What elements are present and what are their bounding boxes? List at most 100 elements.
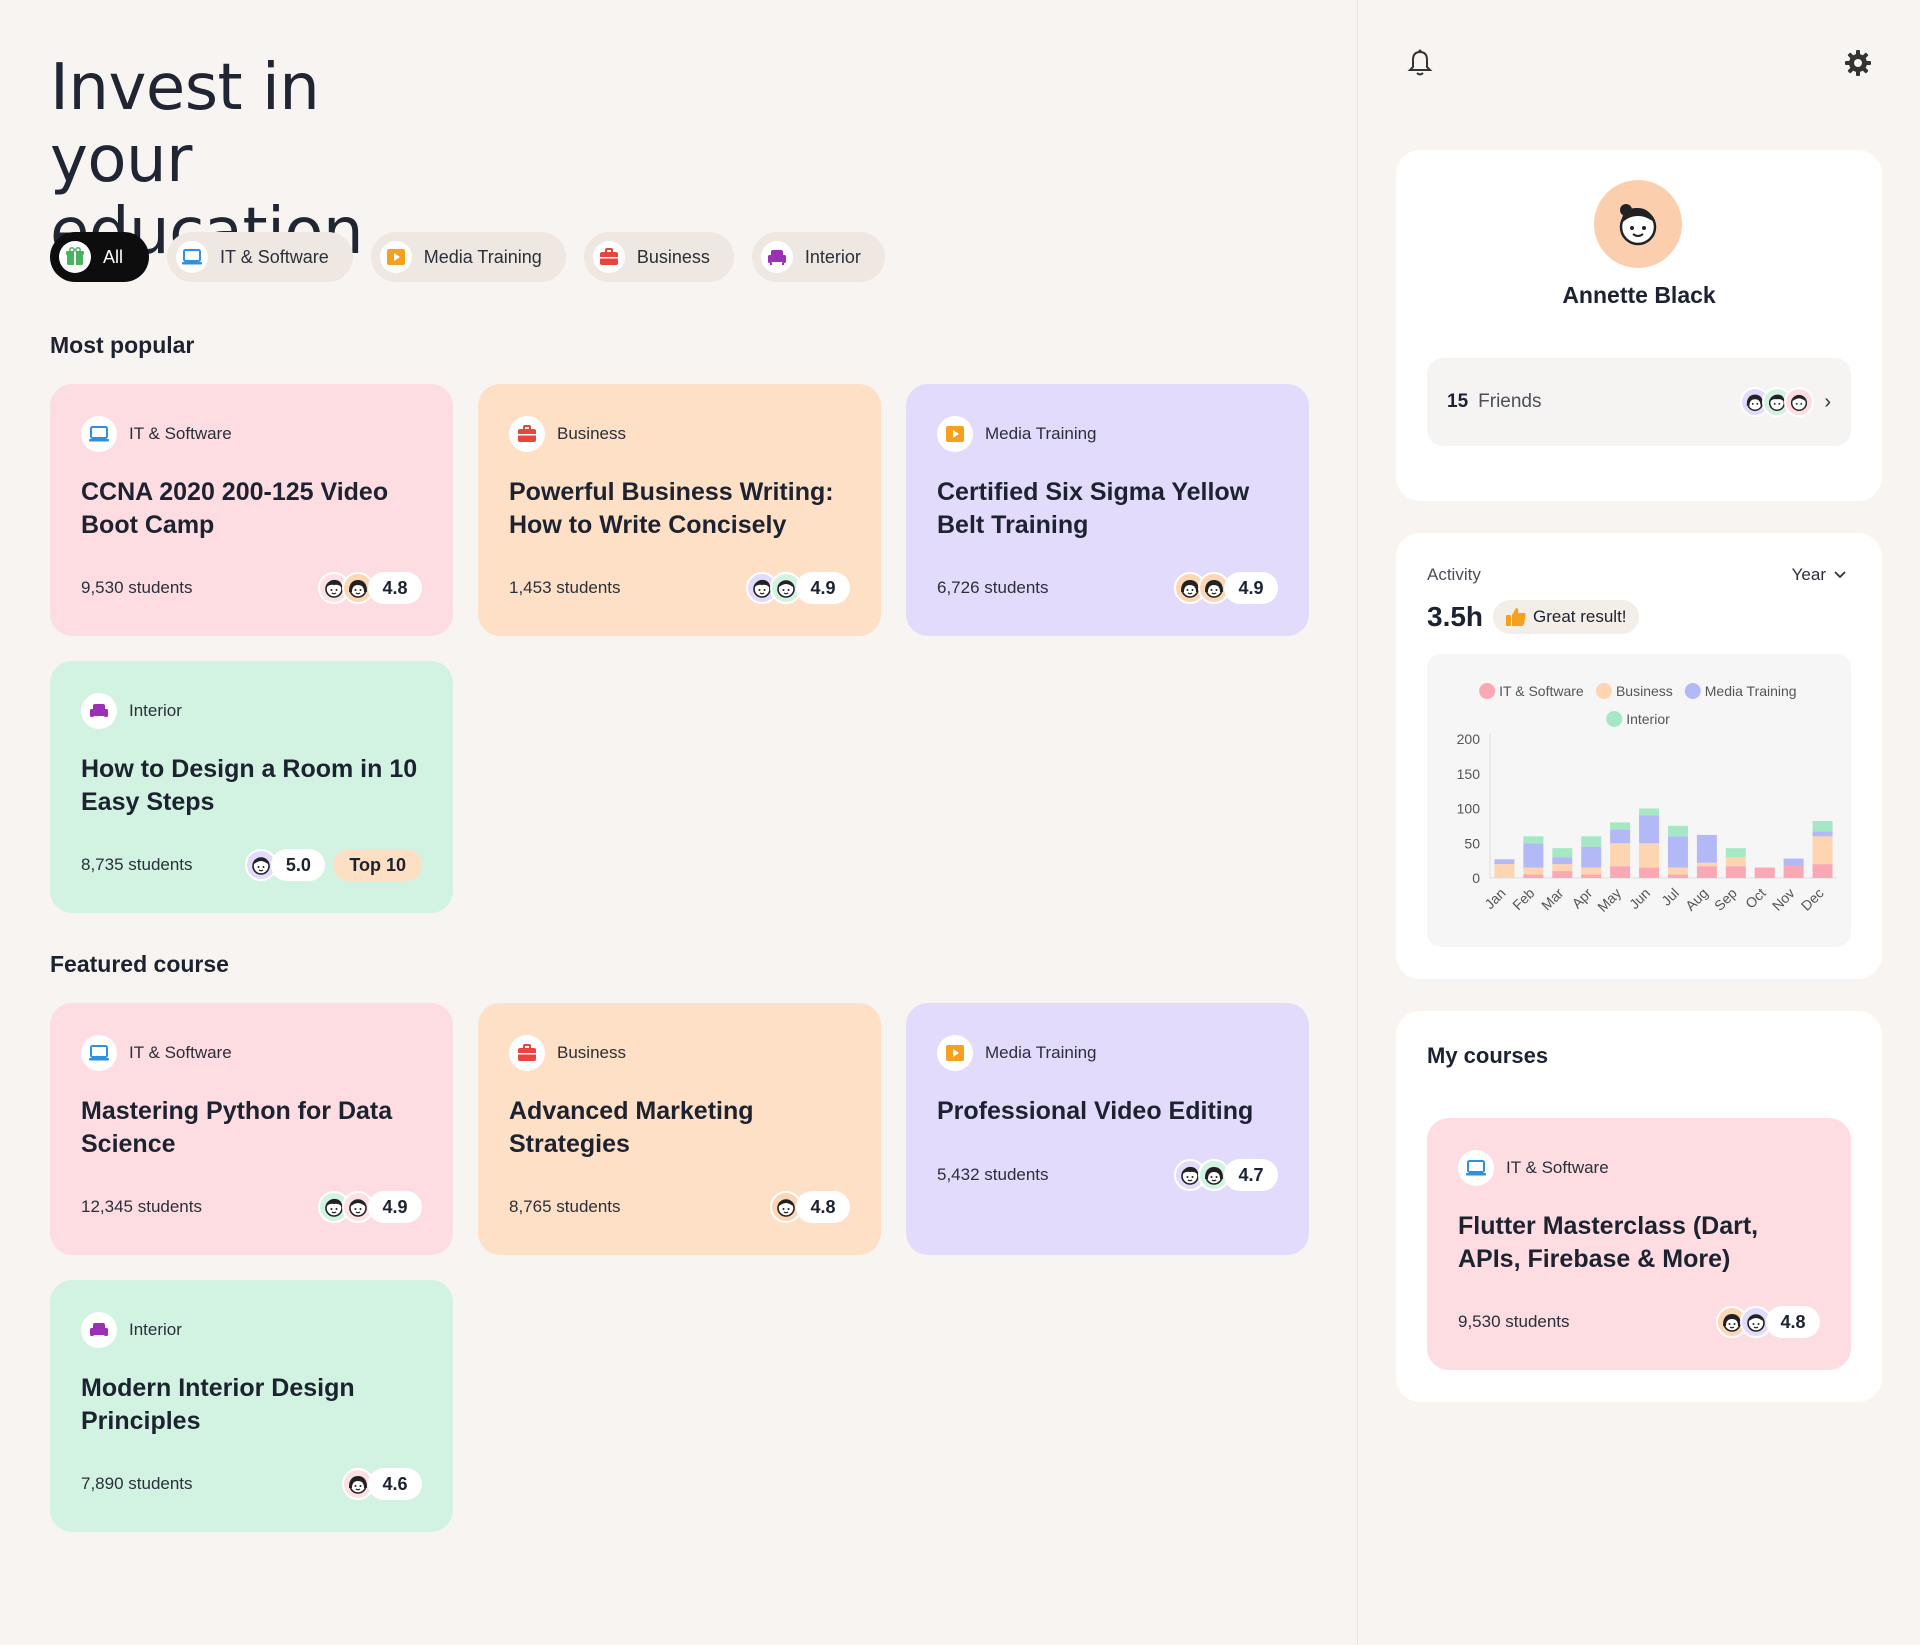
- avatar-group: [1740, 387, 1815, 417]
- avatar-group: [1174, 572, 1230, 604]
- laptop-icon: [81, 1035, 117, 1071]
- chart-bar: [1581, 874, 1602, 878]
- course-card[interactable]: IT & Software CCNA 2020 200-125 Video Bo…: [50, 384, 453, 636]
- student-count: 8,765 students: [509, 1197, 621, 1216]
- armchair-icon: [760, 241, 793, 273]
- chart-bar: [1639, 815, 1660, 844]
- avatar-group: [318, 1191, 374, 1223]
- course-card[interactable]: Interior How to Design a Room in 10 Easy…: [50, 661, 453, 913]
- student-count: 5,432 students: [937, 1165, 1049, 1184]
- course-title: Powerful Business Writing: How to Write …: [509, 478, 834, 539]
- rating-badge: 4.8: [1766, 1306, 1820, 1338]
- armchair-icon: [81, 693, 117, 729]
- chart-bar: [1754, 867, 1775, 878]
- chart-bar: [1696, 834, 1717, 863]
- course-footer: 8,735 students 5.0 Top 10: [81, 849, 422, 881]
- course-category: IT & Software: [81, 1035, 422, 1071]
- activity-label: Activity: [1427, 565, 1481, 584]
- friends-row[interactable]: 15 Friends ›: [1427, 358, 1851, 446]
- my-courses-title: My courses: [1427, 1043, 1549, 1068]
- activity-chart-svg: IT & Software Business Media Training Inter…: [1457, 683, 1837, 915]
- x-tick-label: Nov: [1769, 885, 1798, 914]
- chart-bar: [1812, 821, 1833, 832]
- avatar[interactable]: [1594, 180, 1682, 268]
- chart-bar: [1552, 848, 1573, 858]
- filter-media-training[interactable]: Media Training: [370, 232, 566, 282]
- course-footer: 1,453 students 4.9: [509, 572, 850, 604]
- gear-icon[interactable]: [1843, 48, 1873, 83]
- course-card[interactable]: Business Advanced Marketing Strategies 8…: [478, 1003, 881, 1255]
- briefcase-icon: [592, 241, 625, 273]
- y-tick-label: 150: [1457, 766, 1481, 782]
- avatar: [1784, 387, 1815, 417]
- laptop-icon: [176, 241, 209, 273]
- course-card[interactable]: IT & Software Mastering Python for Data …: [50, 1003, 453, 1255]
- course-card[interactable]: IT & Software Flutter Masterclass (Dart,…: [1427, 1118, 1851, 1370]
- course-category: Media Training: [937, 1035, 1278, 1071]
- play-icon: [937, 1035, 973, 1071]
- profile-panel: Annette Black 15 Friends ›: [1396, 150, 1882, 501]
- course-footer: 8,765 students 4.8: [509, 1191, 850, 1223]
- period-select-value: Year: [1791, 565, 1826, 584]
- course-footer: 6,726 students 4.9: [937, 572, 1278, 604]
- course-card[interactable]: Business Powerful Business Writing: How …: [478, 384, 881, 636]
- student-count: 8,735 students: [81, 855, 193, 874]
- student-count: 9,530 students: [81, 578, 193, 597]
- course-card[interactable]: Media Training Professional Video Editin…: [906, 1003, 1309, 1255]
- course-title: Professional Video Editing: [937, 1097, 1254, 1125]
- course-card[interactable]: Media Training Certified Six Sigma Yello…: [906, 384, 1309, 636]
- course-meta: 4.8: [1716, 1306, 1820, 1338]
- filter-business[interactable]: Business: [583, 232, 734, 282]
- legend-swatch: [1606, 711, 1623, 727]
- chart-bar: [1610, 822, 1631, 830]
- category-label: IT & Software: [129, 424, 232, 443]
- chart-bar: [1639, 808, 1660, 816]
- filter-interior[interactable]: Interior: [751, 232, 885, 282]
- thumbs-up-icon: [1506, 608, 1526, 626]
- bell-icon[interactable]: [1406, 48, 1434, 83]
- chart-bar: [1552, 871, 1573, 878]
- laptop-icon: [1458, 1150, 1494, 1186]
- armchair-icon: [81, 1312, 117, 1348]
- filter-label: Interior: [804, 246, 861, 267]
- period-select[interactable]: Year: [1792, 565, 1846, 585]
- chart-bar: [1610, 843, 1631, 867]
- course-meta: 4.9: [746, 572, 850, 604]
- course-title: CCNA 2020 200-125 Video Boot Camp: [81, 478, 389, 539]
- course-card[interactable]: Interior Modern Interior Design Principl…: [50, 1280, 453, 1532]
- x-tick-label: Feb: [1509, 885, 1538, 914]
- student-count: 12,345 students: [81, 1197, 202, 1216]
- course-category: IT & Software: [1458, 1150, 1820, 1186]
- briefcase-icon: [509, 1035, 545, 1071]
- chart-bar: [1725, 848, 1746, 858]
- category-label: IT & Software: [1506, 1158, 1609, 1177]
- y-tick-label: 50: [1464, 835, 1480, 851]
- sidebar-divider: [1357, 0, 1358, 1645]
- x-tick-label: Jun: [1626, 885, 1653, 912]
- chart-bar: [1667, 836, 1688, 868]
- filter-it-software[interactable]: IT & Software: [167, 232, 353, 282]
- chart-bar: [1523, 836, 1544, 844]
- chart-bar: [1812, 831, 1833, 837]
- chart-bar: [1812, 836, 1833, 865]
- chart-bar: [1812, 864, 1833, 878]
- category-filters: All IT & Software Media Training Busines…: [50, 232, 885, 282]
- y-tick-label: 100: [1457, 801, 1481, 817]
- filter-all[interactable]: All: [50, 232, 150, 282]
- course-title: Mastering Python for Data Science: [81, 1097, 393, 1158]
- chart-bar: [1610, 829, 1631, 844]
- play-icon: [937, 416, 973, 452]
- gift-icon: [59, 241, 91, 273]
- chart-bar: [1725, 857, 1746, 867]
- course-footer: 7,890 students 4.6: [81, 1468, 422, 1500]
- filter-label: IT & Software: [220, 246, 329, 267]
- course-meta: 4.7: [1174, 1159, 1278, 1191]
- course-category: IT & Software: [81, 416, 422, 452]
- category-label: Business: [557, 424, 626, 443]
- chart-bar: [1610, 866, 1631, 878]
- course-title: Modern Interior Design Principles: [81, 1374, 355, 1435]
- course-meta: 4.9: [1174, 572, 1278, 604]
- chart-bar: [1639, 867, 1660, 878]
- legend-swatch: [1684, 683, 1701, 699]
- x-tick-label: Apr: [1569, 885, 1596, 912]
